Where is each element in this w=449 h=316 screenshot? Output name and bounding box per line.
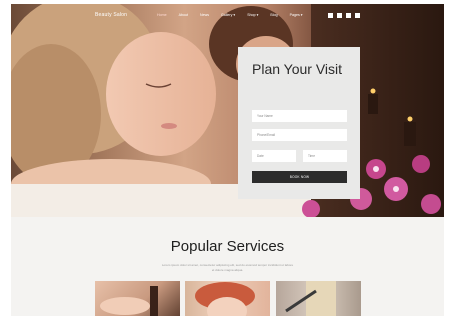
site-logo[interactable]: Beauty Salon bbox=[95, 12, 127, 18]
spa-hero-image bbox=[11, 4, 444, 217]
nav-link-news[interactable]: News bbox=[200, 13, 209, 17]
form-title: Plan Your Visit bbox=[252, 61, 343, 77]
nav-link-home[interactable]: Home bbox=[157, 13, 167, 17]
instagram-icon[interactable] bbox=[346, 13, 351, 18]
browser-frame: Beauty Salon Home About News Gallery ▾ S… bbox=[11, 4, 444, 316]
social-icons bbox=[328, 13, 360, 18]
time-input[interactable]: Time bbox=[303, 150, 347, 162]
nav-link-gallery[interactable]: Gallery ▾ bbox=[221, 13, 235, 17]
nav-menu: Home About News Gallery ▾ Shop ▾ Blog Pa… bbox=[157, 13, 315, 17]
phone-email-input[interactable]: Phone/Email bbox=[252, 129, 347, 141]
pinterest-icon[interactable] bbox=[355, 13, 360, 18]
nav-link-blog[interactable]: Blog bbox=[270, 13, 277, 17]
date-input[interactable]: Date bbox=[252, 150, 296, 162]
makeup-photo bbox=[195, 282, 255, 316]
top-navigation: Beauty Salon Home About News Gallery ▾ S… bbox=[11, 4, 444, 28]
services-heading: Popular Services bbox=[170, 238, 285, 255]
hero-banner: Beauty Salon Home About News Gallery ▾ S… bbox=[11, 4, 444, 217]
service-image-haircut[interactable] bbox=[276, 281, 361, 316]
manicure-photo bbox=[100, 286, 158, 316]
booking-form: Plan Your Visit Your Name Phone/Email Da… bbox=[238, 47, 360, 199]
book-now-button[interactable]: BOOK NOW bbox=[252, 171, 347, 183]
facebook-icon[interactable] bbox=[328, 13, 333, 18]
twitter-icon[interactable] bbox=[337, 13, 342, 18]
nav-link-shop[interactable]: Shop ▾ bbox=[247, 13, 258, 17]
service-image-makeup[interactable] bbox=[185, 281, 270, 316]
nav-link-about[interactable]: About bbox=[179, 13, 188, 17]
haircut-photo bbox=[285, 281, 336, 316]
services-description: Lorem ipsum dolor sit amet, consectetur … bbox=[161, 263, 294, 272]
name-input[interactable]: Your Name bbox=[252, 110, 347, 122]
nav-link-pages[interactable]: Pages ▾ bbox=[290, 13, 303, 17]
service-image-manicure[interactable] bbox=[95, 281, 180, 316]
logo-text: Beauty Salon bbox=[95, 12, 128, 18]
